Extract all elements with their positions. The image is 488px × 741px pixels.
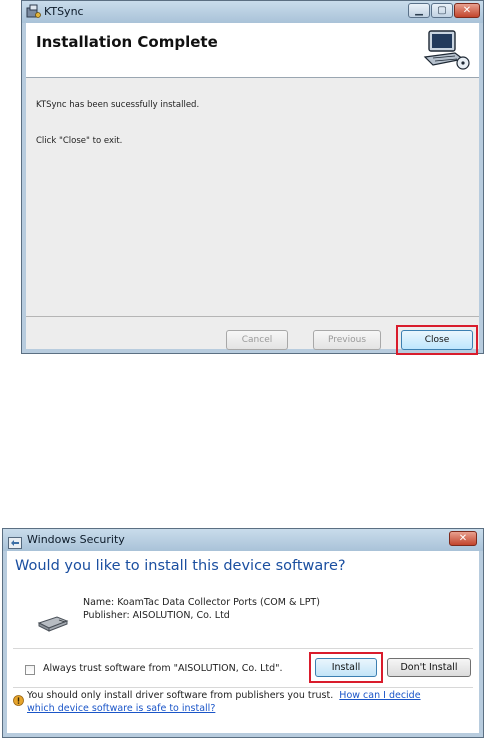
install-message: KTSync has been sucessfully installed. (36, 100, 200, 110)
security-window: Windows Security ✕ Would you like to ins… (2, 528, 484, 738)
minimize-icon: ▁ (415, 4, 423, 16)
always-trust-label: Always trust software from "AISOLUTION, … (43, 663, 283, 674)
always-trust-checkbox[interactable] (25, 665, 35, 675)
device-icon (37, 611, 71, 633)
installer-titlebar[interactable]: KTSync ▁ ▢ ✕ (22, 1, 483, 23)
close-icon: ✕ (462, 4, 472, 16)
publisher-name: Publisher: AISOLUTION, Co. Ltd (83, 610, 230, 621)
close-window-button[interactable]: ✕ (454, 3, 480, 18)
close-button-highlight (396, 325, 478, 355)
security-heading: Would you like to install this device so… (15, 558, 346, 574)
maximize-button[interactable]: ▢ (431, 3, 453, 18)
window-title: Windows Security (27, 533, 125, 546)
exit-instruction: Click "Close" to exit. (36, 136, 123, 146)
previous-button[interactable]: Previous (313, 330, 381, 350)
app-icon (26, 4, 41, 19)
page-title: Installation Complete (36, 33, 218, 51)
installer-header: Installation Complete (26, 23, 479, 78)
install-button-highlight (309, 652, 383, 683)
warning-icon (13, 691, 24, 706)
installer-body: KTSync has been sucessfully installed. C… (26, 78, 479, 317)
security-titlebar[interactable]: Windows Security ✕ (3, 529, 483, 551)
cancel-button[interactable]: Cancel (226, 330, 288, 350)
dont-install-button[interactable]: Don't Install (387, 658, 471, 677)
divider (13, 687, 473, 688)
maximize-icon: ▢ (437, 4, 447, 16)
installer-window: KTSync ▁ ▢ ✕ Installation Complete KTSyn… (21, 0, 484, 355)
installer-footer: Cancel Previous Close (26, 317, 479, 355)
close-icon: ✕ (458, 532, 468, 544)
device-name: Name: KoamTac Data Collector Ports (COM … (83, 597, 320, 608)
shield-icon (8, 534, 22, 549)
security-content: Would you like to install this device so… (7, 551, 479, 733)
divider (13, 648, 473, 649)
warning-text: You should only install driver software … (27, 690, 334, 701)
warning-message: You should only install driver software … (27, 689, 447, 715)
minimize-button[interactable]: ▁ (408, 3, 430, 18)
close-window-button[interactable]: ✕ (449, 531, 477, 546)
computer-install-icon (421, 27, 471, 73)
window-title: KTSync (44, 5, 84, 18)
